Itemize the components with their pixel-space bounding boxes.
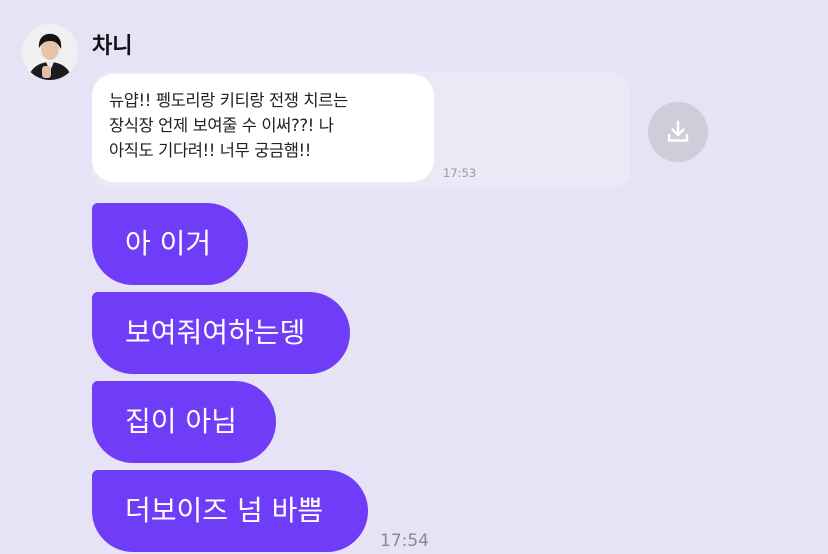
- message-bubble[interactable]: 집이 아님: [92, 381, 276, 463]
- message-bubble[interactable]: 보여줘여하는뎅: [92, 292, 350, 374]
- quoted-message-time: 17:53: [443, 166, 477, 180]
- quoted-message-line: 아직도 기다려!! 너무 궁금햄!!: [109, 141, 311, 160]
- quoted-message-line: 뉴얍!! 펭도리랑 키티랑 전쟁 치르는: [109, 91, 348, 110]
- sender-name: 차니: [92, 34, 133, 59]
- avatar[interactable]: [22, 24, 78, 80]
- message-bubble[interactable]: 아 이거: [92, 203, 248, 285]
- message-bubble[interactable]: 더보이즈 넘 바쁨: [92, 470, 368, 552]
- quoted-message-line: 장식장 언제 보여줄 수 이써??! 나: [109, 116, 334, 135]
- download-button[interactable]: [648, 102, 708, 162]
- message-time: 17:54: [380, 531, 429, 551]
- avatar-photo: [22, 24, 78, 80]
- quoted-message-bubble[interactable]: 뉴얍!! 펭도리랑 키티랑 전쟁 치르는 장식장 언제 보여줄 수 이써??! …: [92, 74, 434, 182]
- download-icon: [667, 120, 689, 142]
